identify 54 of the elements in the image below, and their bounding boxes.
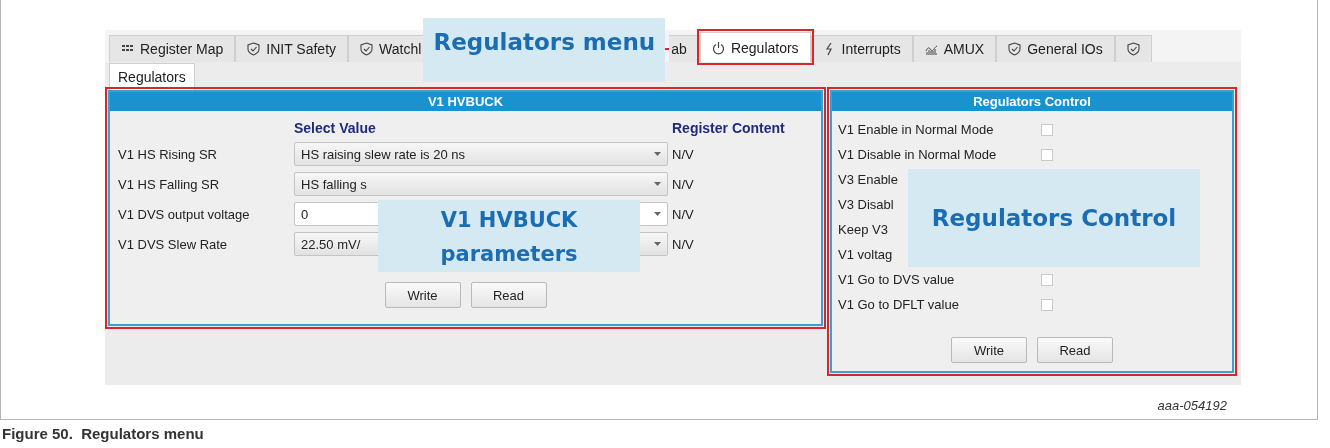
column-header: Register Content — [672, 120, 786, 136]
button[interactable]: Write — [384, 282, 461, 308]
panel-title: Regulators Control — [832, 92, 1232, 111]
tab[interactable]: AMUX — [912, 35, 997, 62]
annotation-tooltip: Regulators Control — [908, 169, 1200, 267]
tab[interactable]: Regulators — [109, 63, 195, 90]
checkbox-label: V3 Disabl — [838, 197, 895, 212]
register-value: N/V — [672, 206, 695, 222]
shield-icon — [1008, 42, 1022, 56]
dropdown-arrow-icon[interactable] — [654, 242, 661, 246]
register-value: N/V — [672, 236, 695, 252]
figure-caption: Figure 50. Regulators menu — [1, 424, 205, 442]
checkbox[interactable] — [1041, 298, 1053, 311]
checkbox-label: V1 Go to DFLT value — [838, 297, 960, 312]
annotation-tooltip: V1 HVBUCK parameters — [378, 200, 640, 272]
field-label: V1 HS Falling SR — [118, 176, 221, 192]
button[interactable]: Write — [951, 337, 1027, 363]
checkbox-label: V3 Enable — [838, 172, 899, 187]
tab[interactable] — [1114, 35, 1152, 62]
tab[interactable]: INIT Safety — [235, 35, 349, 62]
dropdown-arrow-icon[interactable] — [654, 212, 661, 216]
register-value: N/V — [672, 176, 695, 192]
checkbox[interactable] — [1041, 148, 1053, 161]
checkbox-label: V1 Disable in Normal Mode — [838, 147, 998, 162]
dropdown[interactable]: HS raising slew rate is 20 ns — [294, 142, 668, 166]
power-icon — [711, 40, 725, 55]
tab[interactable]: General IOs — [996, 35, 1115, 62]
checkbox-label: V1 Go to DVS value — [838, 272, 956, 287]
shield-icon — [360, 42, 374, 56]
annotation-tooltip: Regulators menu — [423, 18, 666, 82]
shield-icon — [247, 42, 261, 56]
shield-icon — [1126, 42, 1140, 56]
panel-title: V1 HVBUCK — [110, 92, 821, 111]
button[interactable]: Read — [1037, 337, 1113, 363]
tab[interactable]: Register Map — [109, 35, 236, 62]
checkbox-label: V1 Enable in Normal Mode — [838, 122, 995, 137]
field-label: V1 DVS output voltage — [118, 206, 251, 222]
tab[interactable]: Interrupts — [810, 35, 913, 62]
dropdown-arrow-icon[interactable] — [654, 182, 661, 186]
dropdown[interactable]: HS falling s — [294, 172, 668, 196]
tab[interactable]: ab — [669, 35, 700, 62]
button[interactable]: Read — [470, 282, 547, 308]
column-header: Select Value — [294, 120, 377, 136]
checkbox-label: Keep V3 — [838, 222, 889, 237]
field-label: V1 DVS Slew Rate — [118, 236, 229, 252]
tab[interactable]: Regulators — [699, 32, 811, 62]
checkbox[interactable] — [1041, 273, 1053, 286]
register-value: N/V — [672, 146, 695, 162]
checkbox-label: V1 voltag — [838, 247, 894, 262]
figure-id: aaa-054192 — [1157, 398, 1227, 413]
field-label: V1 HS Rising SR — [118, 146, 218, 162]
tab[interactable]: Watchl — [348, 35, 424, 62]
checkbox[interactable] — [1041, 123, 1053, 136]
dropdown-arrow-icon[interactable] — [654, 152, 661, 156]
